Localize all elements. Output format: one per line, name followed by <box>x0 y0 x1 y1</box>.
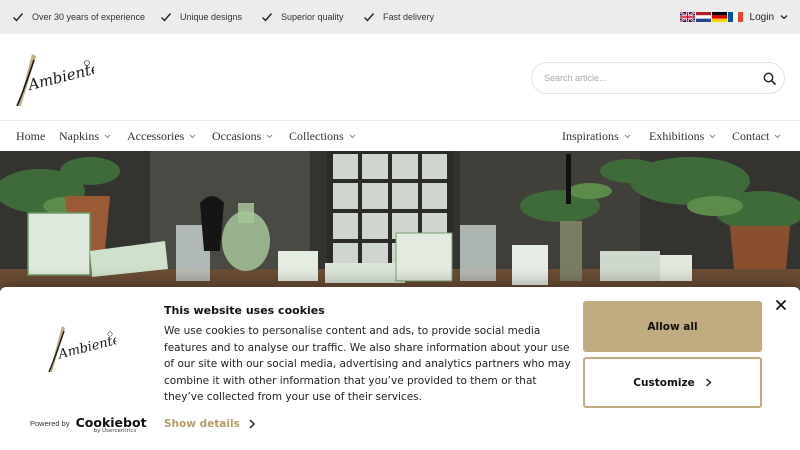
nav-item-home[interactable]: Home <box>16 121 45 151</box>
cookiebot-logo: Cookiebot by Usercentrics <box>76 416 147 433</box>
chevron-right-icon <box>249 419 255 429</box>
usp-item: Over 30 years of experience <box>12 0 145 34</box>
chevron-down-icon <box>349 134 356 138</box>
powered-by-label: Powered by <box>30 418 70 428</box>
german-flag-icon[interactable] <box>711 12 727 22</box>
cookie-description: We use cookies to personalise content an… <box>164 325 571 403</box>
check-icon <box>364 13 375 22</box>
nav-label: Contact <box>732 128 770 143</box>
ambiente-logo[interactable]: Ambiente <box>14 50 94 108</box>
hero-image <box>0 151 800 291</box>
usp-label: Over 30 years of experience <box>32 12 146 22</box>
usp-label: Unique designs <box>180 12 243 22</box>
logo-text: Ambiente <box>24 59 94 95</box>
nav-item-exhibitions[interactable]: Exhibitions <box>649 121 716 151</box>
site-header: Ambiente <box>0 34 800 120</box>
french-flag-icon[interactable] <box>727 12 743 22</box>
nav-item-inspirations[interactable]: Inspirations <box>562 121 631 151</box>
usp-label: Superior quality <box>281 12 344 22</box>
usp-item: Fast delivery <box>363 0 434 34</box>
nav-label: Collections <box>289 128 344 143</box>
language-login: Login <box>679 0 788 34</box>
dutch-flag-icon[interactable] <box>695 12 711 22</box>
nav-label: Accessories <box>127 128 185 143</box>
nav-label: Napkins <box>59 128 99 143</box>
customize-button[interactable]: Customize <box>583 357 762 408</box>
nav-label: Inspirations <box>562 128 619 143</box>
chevron-down-icon <box>266 134 273 138</box>
nav-label: Occasions <box>212 128 262 143</box>
nav-label: Exhibitions <box>649 128 705 143</box>
usp-item: Superior quality <box>261 0 344 34</box>
close-icon[interactable] <box>774 298 788 312</box>
search-input[interactable] <box>532 73 742 83</box>
show-details-label: Show details <box>164 418 240 430</box>
chevron-down-icon <box>709 134 716 138</box>
cookie-consent-banner: Ambiente Powered by Cookiebot by Usercen… <box>0 287 800 450</box>
cookiebot-sub: by Usercentrics <box>93 428 137 434</box>
nav-item-napkins[interactable]: Napkins <box>59 121 111 151</box>
chevron-down-icon <box>624 134 631 138</box>
chevron-down-icon <box>104 134 111 138</box>
customize-label: Customize <box>633 376 695 389</box>
usp-label: Fast delivery <box>383 12 435 22</box>
nav-item-contact[interactable]: Contact <box>732 121 781 151</box>
nav-label: Home <box>16 128 46 143</box>
ambiente-logo: Ambiente <box>48 326 116 373</box>
main-nav: Home Napkins Accessories Occasions Colle… <box>0 120 800 151</box>
login-button[interactable]: Login <box>750 12 788 23</box>
chevron-down-icon <box>189 134 196 138</box>
nav-item-accessories[interactable]: Accessories <box>127 121 196 151</box>
chevron-right-icon <box>705 378 712 387</box>
usp-bar: Over 30 years of experience Unique desig… <box>0 0 800 34</box>
powered-by-cookiebot[interactable]: Powered by Cookiebot by Usercentrics <box>30 416 147 433</box>
uk-flag-icon[interactable] <box>679 12 695 22</box>
hero-illustration <box>0 151 800 291</box>
chevron-down-icon <box>774 134 781 138</box>
allow-all-button[interactable]: Allow all <box>583 301 762 352</box>
search-icon[interactable] <box>763 72 776 85</box>
check-icon <box>262 13 273 22</box>
nav-item-occasions[interactable]: Occasions <box>212 121 273 151</box>
usp-item: Unique designs <box>160 0 242 34</box>
cookie-title: This website uses cookies <box>164 304 325 317</box>
check-icon <box>13 13 24 22</box>
logo-text: Ambiente <box>56 332 116 362</box>
login-label: Login <box>749 11 774 23</box>
chevron-down-icon <box>780 15 788 20</box>
show-details-link[interactable]: Show details <box>164 418 256 430</box>
nav-item-collections[interactable]: Collections <box>289 121 356 151</box>
check-icon <box>161 13 172 22</box>
search-box <box>531 62 785 94</box>
